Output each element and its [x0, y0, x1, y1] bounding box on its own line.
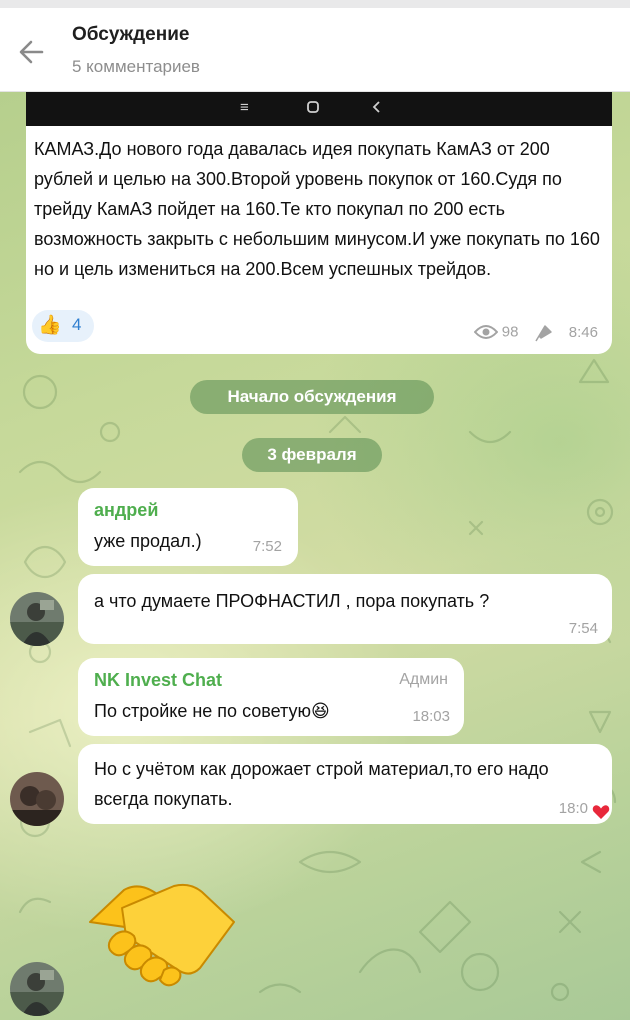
chat-header: Обсуждение 5 комментариев	[0, 8, 630, 92]
pin-icon	[534, 325, 552, 342]
reaction-count: 4	[72, 315, 82, 334]
message-bubble[interactable]: Но с учётом как дорожает строй материал,…	[78, 744, 612, 824]
date-separator: 3 февраля	[242, 438, 382, 472]
message-time: 7:54	[568, 620, 598, 637]
comment-count: 5 комментариев	[72, 57, 200, 76]
home-icon	[306, 100, 320, 118]
message-bubble[interactable]: андрей уже продал.) 7:52	[78, 488, 298, 566]
window-top-strip	[0, 0, 630, 8]
video-player-bar: ≡	[26, 92, 612, 126]
avatar[interactable]	[10, 592, 64, 646]
heart-icon[interactable]	[592, 804, 610, 825]
admin-badge: Админ	[399, 671, 448, 688]
message-text: Но с учётом как дорожает строй материал,…	[94, 759, 549, 809]
user-photo	[10, 772, 64, 826]
discussion-start-label: Начало обсуждения	[190, 380, 434, 414]
back-button[interactable]	[12, 32, 52, 72]
message-text: уже продал.)	[94, 531, 202, 551]
arrow-left-icon	[19, 40, 44, 64]
message-time: 7:52	[252, 538, 282, 555]
post-time: 8:46	[568, 323, 598, 341]
channel-post[interactable]: КАМАЗ.До нового года давалась идея покуп…	[26, 126, 612, 354]
avatar[interactable]	[10, 772, 64, 826]
message-text: а что думаете ПРОФНАСТИЛ , пора покупать…	[94, 591, 490, 611]
message-text: По стройке не по советую😆	[94, 701, 330, 721]
menu-icon: ≡	[240, 99, 249, 116]
user-photo	[10, 592, 64, 646]
page-title: Обсуждение	[72, 24, 190, 45]
handshake-sticker[interactable]	[82, 872, 242, 992]
avatar[interactable]	[10, 962, 64, 1016]
post-meta: 98 8:46	[473, 322, 598, 342]
eye-icon	[473, 325, 498, 339]
post-text: КАМАЗ.До нового года давалась идея покуп…	[34, 139, 600, 279]
user-photo	[10, 962, 64, 1016]
sender-name[interactable]: андрей	[94, 500, 158, 521]
thumbs-up-icon: 👍	[38, 315, 62, 336]
message-time: 18:03	[412, 708, 450, 725]
chat-area[interactable]: ≡ КАМАЗ.До нового года давалась идея пок…	[0, 92, 630, 1020]
reaction-button[interactable]: 👍 4	[32, 310, 94, 342]
view-count: 98	[501, 323, 519, 341]
message-bubble[interactable]: а что думаете ПРОФНАСТИЛ , пора покупать…	[78, 574, 612, 644]
sender-name[interactable]: NK Invest Chat	[94, 670, 222, 691]
message-time: 18:0	[558, 800, 588, 817]
back-nav-icon	[370, 100, 384, 118]
message-bubble[interactable]: NK Invest Chat Админ По стройке не по со…	[78, 658, 464, 736]
